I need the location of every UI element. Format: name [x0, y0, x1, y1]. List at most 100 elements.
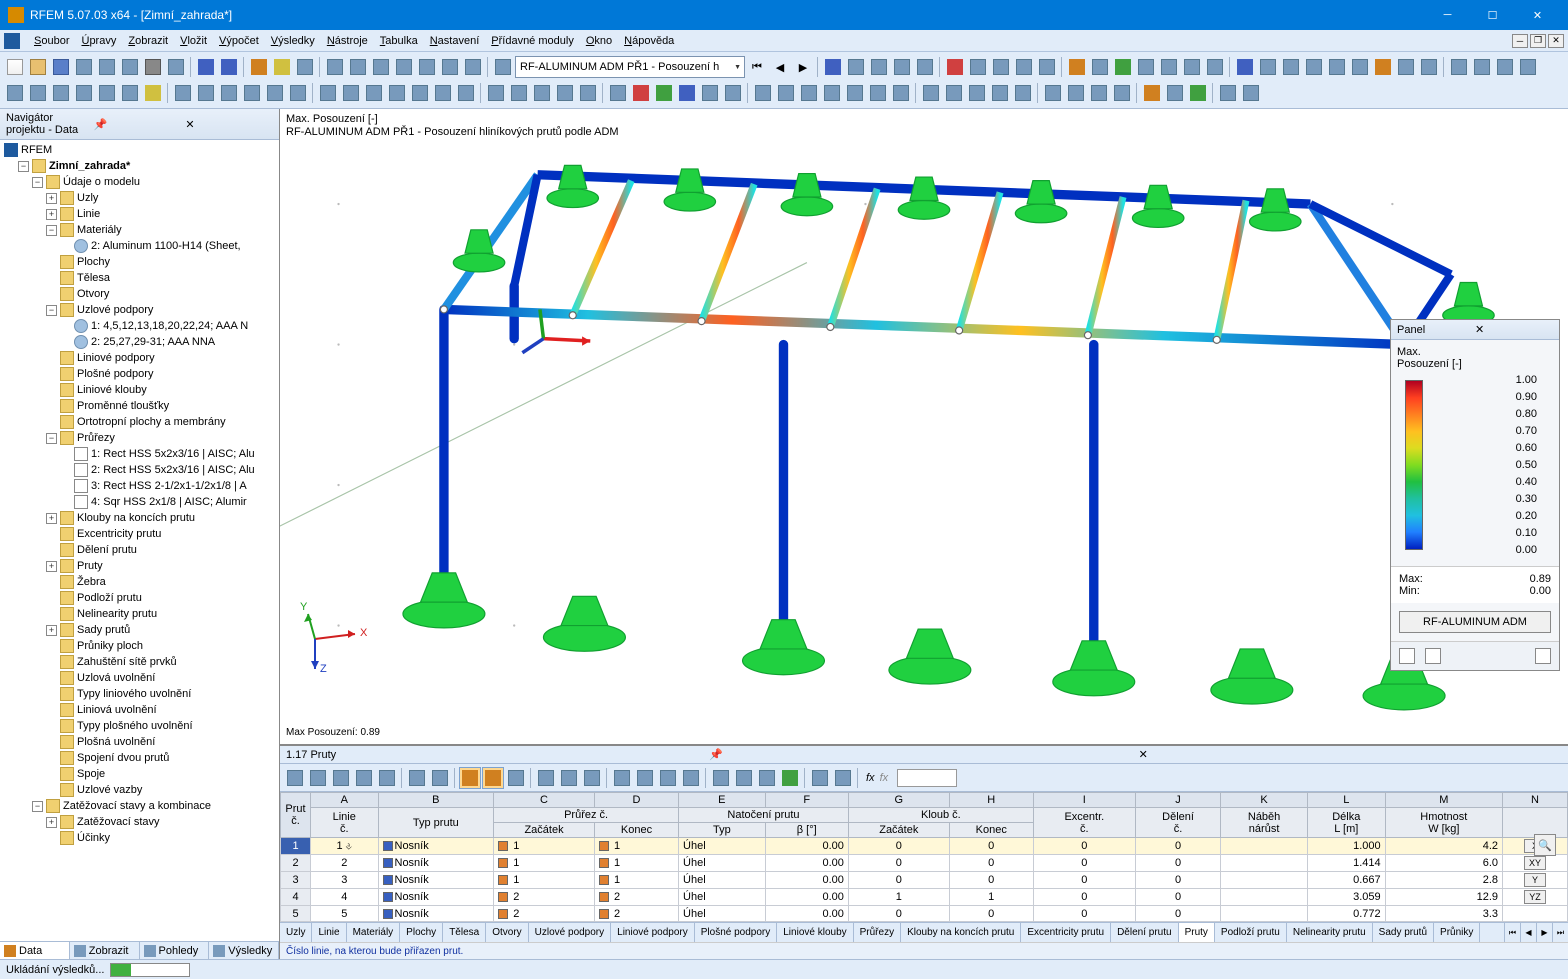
tree-item[interactable]: −Průřezy	[2, 430, 277, 446]
ttb-active[interactable]	[482, 767, 504, 789]
tb-btn[interactable]	[96, 82, 118, 104]
tb-btn[interactable]	[393, 56, 415, 78]
maximize-button[interactable]: ☐	[1470, 0, 1515, 30]
tb-btn[interactable]	[1471, 56, 1493, 78]
table-tab[interactable]: Uzly	[280, 923, 312, 942]
panel-icon-1[interactable]	[1399, 648, 1415, 664]
ttb[interactable]	[710, 767, 732, 789]
tree-item[interactable]: Typy liniového uvolnění	[2, 686, 277, 702]
close-panel-icon[interactable]: ✕	[1475, 323, 1553, 336]
tb-btn[interactable]	[439, 56, 461, 78]
ttb[interactable]	[353, 767, 375, 789]
tree-zatez[interactable]: −Zatěžovací stavy a kombinace	[2, 798, 277, 814]
mdi-close[interactable]: ✕	[1548, 34, 1564, 48]
panel-module-button[interactable]: RF-ALUMINUM ADM	[1399, 611, 1551, 633]
tree-item[interactable]: +Uzly	[2, 190, 277, 206]
tb-btn[interactable]	[1181, 56, 1203, 78]
table-tab[interactable]: Plochy	[400, 923, 443, 942]
tb-btn[interactable]	[1372, 56, 1394, 78]
tab-nav[interactable]: ⏮	[1504, 923, 1520, 942]
tree-item[interactable]: 4: Sqr HSS 2x1/8 | AISC; Alumir	[2, 494, 277, 510]
tb-btn[interactable]	[822, 56, 844, 78]
tb-btn[interactable]	[142, 82, 164, 104]
tree-item[interactable]: Plošná uvolnění	[2, 734, 277, 750]
minimize-button[interactable]: ─	[1425, 0, 1470, 30]
tb-btn[interactable]	[165, 56, 187, 78]
menu-výpočet[interactable]: Výpočet	[213, 33, 265, 49]
ttb[interactable]	[558, 767, 580, 789]
ttb-active[interactable]	[459, 767, 481, 789]
tb-btn[interactable]	[1135, 56, 1157, 78]
table-row[interactable]: 22Nosník 1 1Úhel0.0000001.4146.0XY	[281, 855, 1568, 872]
ttb[interactable]	[406, 767, 428, 789]
tree-item[interactable]: Liniové podpory	[2, 350, 277, 366]
tb-btn[interactable]	[1012, 82, 1034, 104]
ttb[interactable]	[809, 767, 831, 789]
tree-item[interactable]: +Sady prutů	[2, 622, 277, 638]
new-button[interactable]	[4, 56, 26, 78]
tb-btn[interactable]	[1158, 56, 1180, 78]
tb-btn[interactable]	[1013, 56, 1035, 78]
tree-item[interactable]: Excentricity prutu	[2, 526, 277, 542]
tb-btn[interactable]	[944, 56, 966, 78]
tb-btn[interactable]	[821, 82, 843, 104]
tree-item[interactable]: Dělení prutu	[2, 542, 277, 558]
tb-btn[interactable]	[1395, 56, 1417, 78]
formula-box[interactable]	[897, 769, 957, 787]
tree-item[interactable]: +Linie	[2, 206, 277, 222]
ttb[interactable]	[535, 767, 557, 789]
tb-btn[interactable]	[416, 56, 438, 78]
tree-item[interactable]: Spoje	[2, 766, 277, 782]
tab-nav[interactable]: ▶	[1536, 923, 1552, 942]
tb-btn[interactable]	[1448, 56, 1470, 78]
menu-výsledky[interactable]: Výsledky	[265, 33, 321, 49]
table-tab[interactable]: Sady prutů	[1373, 923, 1434, 942]
tb-btn[interactable]	[409, 82, 431, 104]
tb-btn[interactable]	[844, 82, 866, 104]
ttb[interactable]	[634, 767, 656, 789]
table-tab[interactable]: Uzlové podpory	[529, 923, 611, 942]
tb-btn[interactable]	[990, 56, 1012, 78]
table-row[interactable]: 44Nosník 2 2Úhel0.0011003.05912.9YZ	[281, 889, 1568, 906]
tb-btn[interactable]	[294, 56, 316, 78]
tb-btn[interactable]	[317, 82, 339, 104]
tb-btn[interactable]	[1217, 82, 1239, 104]
tree-item[interactable]: Ortotropní plochy a membrány	[2, 414, 277, 430]
ttb[interactable]	[376, 767, 398, 789]
tb-btn[interactable]	[890, 82, 912, 104]
tb-btn[interactable]	[432, 82, 454, 104]
tree-item[interactable]: +Zatěžovací stavy	[2, 814, 277, 830]
mdi-minimize[interactable]: ─	[1512, 34, 1528, 48]
navigator-tree[interactable]: RFEM −Zimní_zahrada* −Údaje o modelu +Uz…	[0, 140, 279, 941]
ttb[interactable]	[307, 767, 329, 789]
tb-btn[interactable]	[1065, 82, 1087, 104]
tree-item[interactable]: Žebra	[2, 574, 277, 590]
tree-item[interactable]: Spojení dvou prutů	[2, 750, 277, 766]
menu-zobrazit[interactable]: Zobrazit	[122, 33, 174, 49]
table-row[interactable]: 33Nosník 1 1Úhel0.0000000.6672.8Y	[281, 872, 1568, 889]
tb-btn[interactable]	[50, 82, 72, 104]
tb-btn[interactable]	[1066, 56, 1088, 78]
table-tab[interactable]: Průniky	[1434, 923, 1480, 942]
tb-btn[interactable]	[370, 56, 392, 78]
tb-btn[interactable]	[271, 56, 293, 78]
tb-btn[interactable]	[1257, 56, 1279, 78]
tree-item[interactable]: 1: Rect HSS 5x2x3/16 | AISC; Alu	[2, 446, 277, 462]
tree-model[interactable]: −Zimní_zahrada*	[2, 158, 277, 174]
table-tab[interactable]: Liniové podpory	[611, 923, 695, 942]
table-tab[interactable]: Pruty	[1179, 923, 1215, 942]
menu-úpravy[interactable]: Úpravy	[75, 33, 122, 49]
close-panel-icon[interactable]: ✕	[185, 118, 273, 130]
tree-item[interactable]: 1: 4,5,12,13,18,20,22,24; AAA N	[2, 318, 277, 334]
tree-item[interactable]: Otvory	[2, 286, 277, 302]
tab-nav[interactable]: ◀	[1520, 923, 1536, 942]
tb-btn[interactable]	[920, 82, 942, 104]
table-tab[interactable]: Liniové klouby	[777, 923, 853, 942]
tree-item[interactable]: Zahuštění sítě prvků	[2, 654, 277, 670]
tree-item[interactable]: −Materiály	[2, 222, 277, 238]
ttb[interactable]	[779, 767, 801, 789]
tb-btn[interactable]	[96, 56, 118, 78]
ttb[interactable]	[733, 767, 755, 789]
tree-item[interactable]: 2: 25,27,29-31; AAA NNA	[2, 334, 277, 350]
tb-btn[interactable]	[248, 56, 270, 78]
